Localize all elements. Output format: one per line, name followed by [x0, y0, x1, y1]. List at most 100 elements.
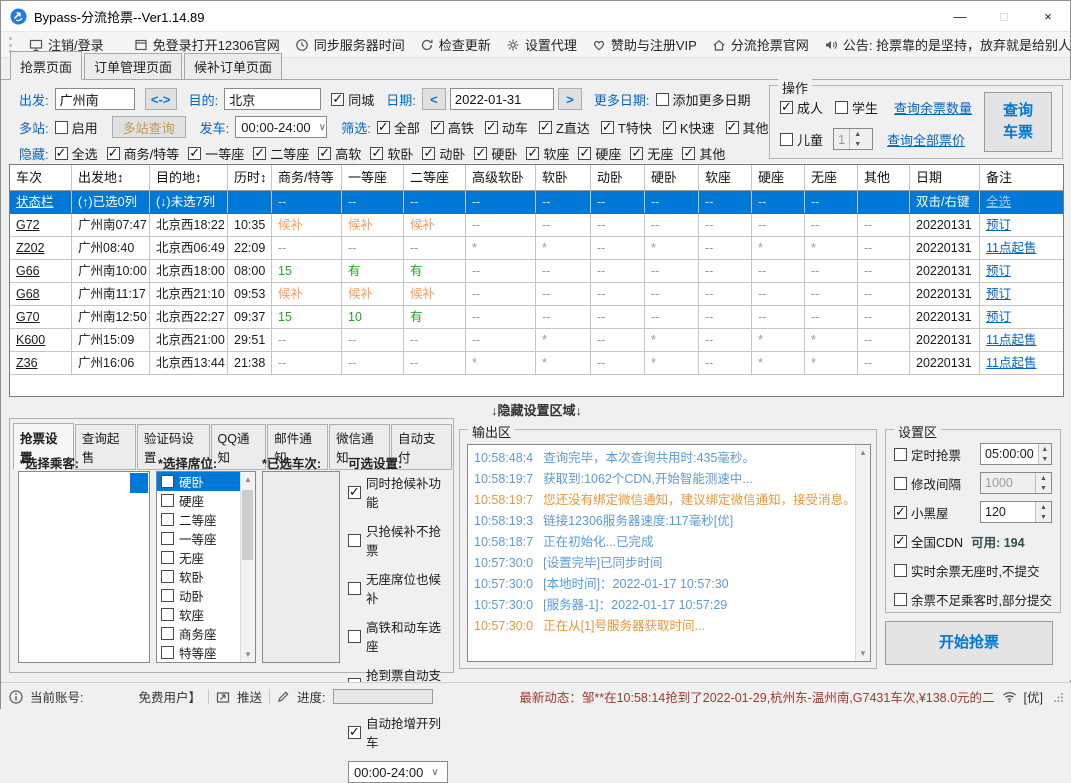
checkbox-box[interactable]	[430, 119, 444, 135]
note-link[interactable]: 全选	[980, 191, 1063, 213]
setting-checkbox-小黑屋[interactable]: 小黑屋	[894, 503, 949, 522]
checkbox-box[interactable]	[161, 532, 174, 545]
filter-checkbox-Z直达[interactable]: Z直达	[538, 118, 590, 137]
column-header-3[interactable]: 目的地↕	[150, 165, 228, 190]
menu-item-7[interactable]: 分流抢票官网	[712, 35, 809, 54]
checkbox-box[interactable]	[161, 646, 174, 659]
hide-checkbox-二等座[interactable]: 二等座	[253, 144, 309, 163]
checkbox-box[interactable]	[348, 724, 361, 740]
start-grab-button[interactable]: 开始抢票	[885, 621, 1053, 665]
output-scrollbar[interactable]: ▲ ▼	[855, 445, 870, 661]
train-number[interactable]: G68	[10, 283, 72, 305]
checkbox-box[interactable]	[894, 476, 907, 490]
checkbox-box[interactable]	[655, 92, 669, 106]
note-link[interactable]: 11点起售	[980, 352, 1063, 374]
checkbox-box[interactable]	[348, 581, 361, 595]
hide-checkbox-软卧[interactable]: 软卧	[370, 144, 413, 163]
column-header-11[interactable]: 硬卧	[645, 165, 699, 190]
push-label[interactable]: 推送	[237, 687, 262, 706]
add-more-dates-checkbox[interactable]: 添加更多日期	[655, 90, 751, 109]
child-count-spinner[interactable]: 1 ▲ ▼	[833, 128, 874, 150]
train-number[interactable]: Z36	[10, 352, 72, 374]
column-header-17[interactable]: 备注	[980, 165, 1063, 190]
menu-item-4[interactable]: 检查更新	[420, 35, 491, 54]
checkbox-box[interactable]	[474, 145, 488, 161]
checkbox-box[interactable]	[894, 447, 907, 461]
checkbox-box[interactable]	[894, 504, 907, 520]
column-header-1[interactable]: 车次	[10, 165, 72, 190]
seat-scrollbar-thumb[interactable]	[242, 490, 253, 560]
seat-item-软卧[interactable]: 软卧	[157, 567, 240, 586]
option-checkbox-同时抢候补功能[interactable]: 同时抢候补功能	[348, 473, 452, 511]
multi-station-query-button[interactable]: 多站查询	[111, 116, 186, 138]
column-header-14[interactable]: 无座	[805, 165, 858, 190]
column-header-7[interactable]: 二等座	[404, 165, 466, 190]
checkbox-box[interactable]	[538, 119, 552, 135]
table-row[interactable]: K600 广州15:09 北京西21:00 29:51 -- -- -- -- * -- * -- * *…	[10, 329, 1063, 352]
query-tickets-button[interactable]: 查询 车票	[984, 92, 1052, 152]
checkbox-box[interactable]	[161, 608, 174, 621]
option-checkbox-自动抢增开列车[interactable]: 自动抢增开列车	[348, 713, 452, 751]
grab-tab-4[interactable]: QQ通知	[210, 424, 267, 470]
checkbox-box[interactable]	[348, 484, 361, 500]
train-number[interactable]: G72	[10, 214, 72, 236]
seat-item-软座[interactable]: 软座	[157, 605, 240, 624]
train-number[interactable]: Z202	[10, 237, 72, 259]
column-header-2[interactable]: 出发地↕	[72, 165, 150, 190]
hide-checkbox-全选[interactable]: 全选	[54, 144, 98, 163]
column-header-6[interactable]: 一等座	[342, 165, 404, 190]
checkbox-box[interactable]	[526, 145, 540, 161]
menu-item-5[interactable]: 设置代理	[506, 35, 577, 54]
checkbox-box[interactable]	[370, 145, 384, 161]
hide-checkbox-硬卧[interactable]: 硬卧	[474, 144, 517, 163]
note-link[interactable]: 11点起售	[980, 237, 1063, 259]
checkbox-box[interactable]	[318, 145, 332, 161]
filter-checkbox-高铁[interactable]: 高铁	[430, 118, 474, 137]
checkbox-box[interactable]	[682, 145, 696, 161]
checkbox-box[interactable]	[348, 533, 361, 547]
table-row[interactable]: Z36 广州16:06 北京西13:44 21:38 -- -- -- * * -- * -- * * --…	[10, 352, 1063, 375]
checkbox-box[interactable]	[600, 119, 614, 135]
seat-item-二等座[interactable]: 二等座	[157, 510, 240, 529]
checkbox-box[interactable]	[578, 145, 592, 161]
spinner-up-icon[interactable]: ▲	[1039, 444, 1051, 454]
output-log[interactable]: 10:58:48:4 查询完毕，本次查询共用时:435毫秒。 10:58:19:7 获…	[467, 444, 871, 662]
hide-checkbox-商务/特等[interactable]: 商务/特等	[106, 144, 179, 163]
option-checkbox-高铁和动车选座[interactable]: 高铁和动车选座	[348, 617, 452, 655]
checkbox-box[interactable]	[161, 589, 174, 602]
checkbox-box[interactable]	[662, 119, 676, 135]
column-header-12[interactable]: 软座	[699, 165, 752, 190]
checkbox-box[interactable]	[161, 570, 174, 583]
note-link[interactable]: 预订	[980, 260, 1063, 282]
hide-checkbox-无座[interactable]: 无座	[630, 144, 673, 163]
column-header-5[interactable]: 商务/特等	[272, 165, 342, 190]
checkbox-box[interactable]	[161, 475, 174, 488]
maximize-button[interactable]: □	[982, 1, 1026, 31]
seat-item-商务座[interactable]: 商务座	[157, 624, 240, 643]
tab-1[interactable]: 抢票页面	[10, 51, 83, 80]
column-header-16[interactable]: 日期	[910, 165, 980, 190]
menu-item-3[interactable]: 同步服务器时间	[295, 35, 405, 54]
filter-checkbox-K快速[interactable]: K快速	[662, 118, 715, 137]
query-price-link[interactable]: 查询全部票价	[887, 130, 965, 149]
checkbox-box[interactable]	[780, 99, 793, 115]
checkbox-box[interactable]	[161, 513, 174, 526]
table-row[interactable]: G72 广州南07:47 北京西18:22 10:35 候补 候补 候补 -- -- -- -- --…	[10, 214, 1063, 237]
adult-checkbox[interactable]: 成人	[780, 98, 823, 117]
table-row[interactable]: G68 广州南11:17 北京西21:10 09:53 候补 候补 候补 -- -- -- -- --…	[10, 283, 1063, 306]
grab-time-range-select[interactable]: 00:00-24:00 ∨	[348, 761, 448, 783]
scroll-down-icon[interactable]: ▼	[244, 650, 252, 659]
passenger-listbox[interactable]	[18, 471, 150, 663]
multi-station-enable-checkbox[interactable]: 启用	[54, 118, 98, 137]
spinner-down-icon[interactable]: ▼	[1036, 483, 1051, 493]
hide-checkbox-软座[interactable]: 软座	[526, 144, 569, 163]
depart-time-select[interactable]: 00:00-24:00 ∨	[235, 116, 328, 138]
checkbox-box[interactable]	[780, 132, 793, 146]
spinner-down-icon[interactable]: ▼	[1039, 454, 1051, 464]
scroll-down-icon[interactable]: ▼	[859, 649, 867, 658]
setting-checkbox-余票不足乘客时,部分提交[interactable]: 余票不足乘客时,部分提交	[894, 590, 1052, 609]
destination-input[interactable]	[224, 88, 322, 110]
seat-listbox[interactable]: 硬卧 硬座 二等座 一等座 无座 软卧 动卧 软座 商务座 特等座 ▲ ▼	[156, 471, 256, 663]
column-header-15[interactable]: 其他	[858, 165, 910, 190]
column-header-8[interactable]: 高级软卧	[466, 165, 536, 190]
